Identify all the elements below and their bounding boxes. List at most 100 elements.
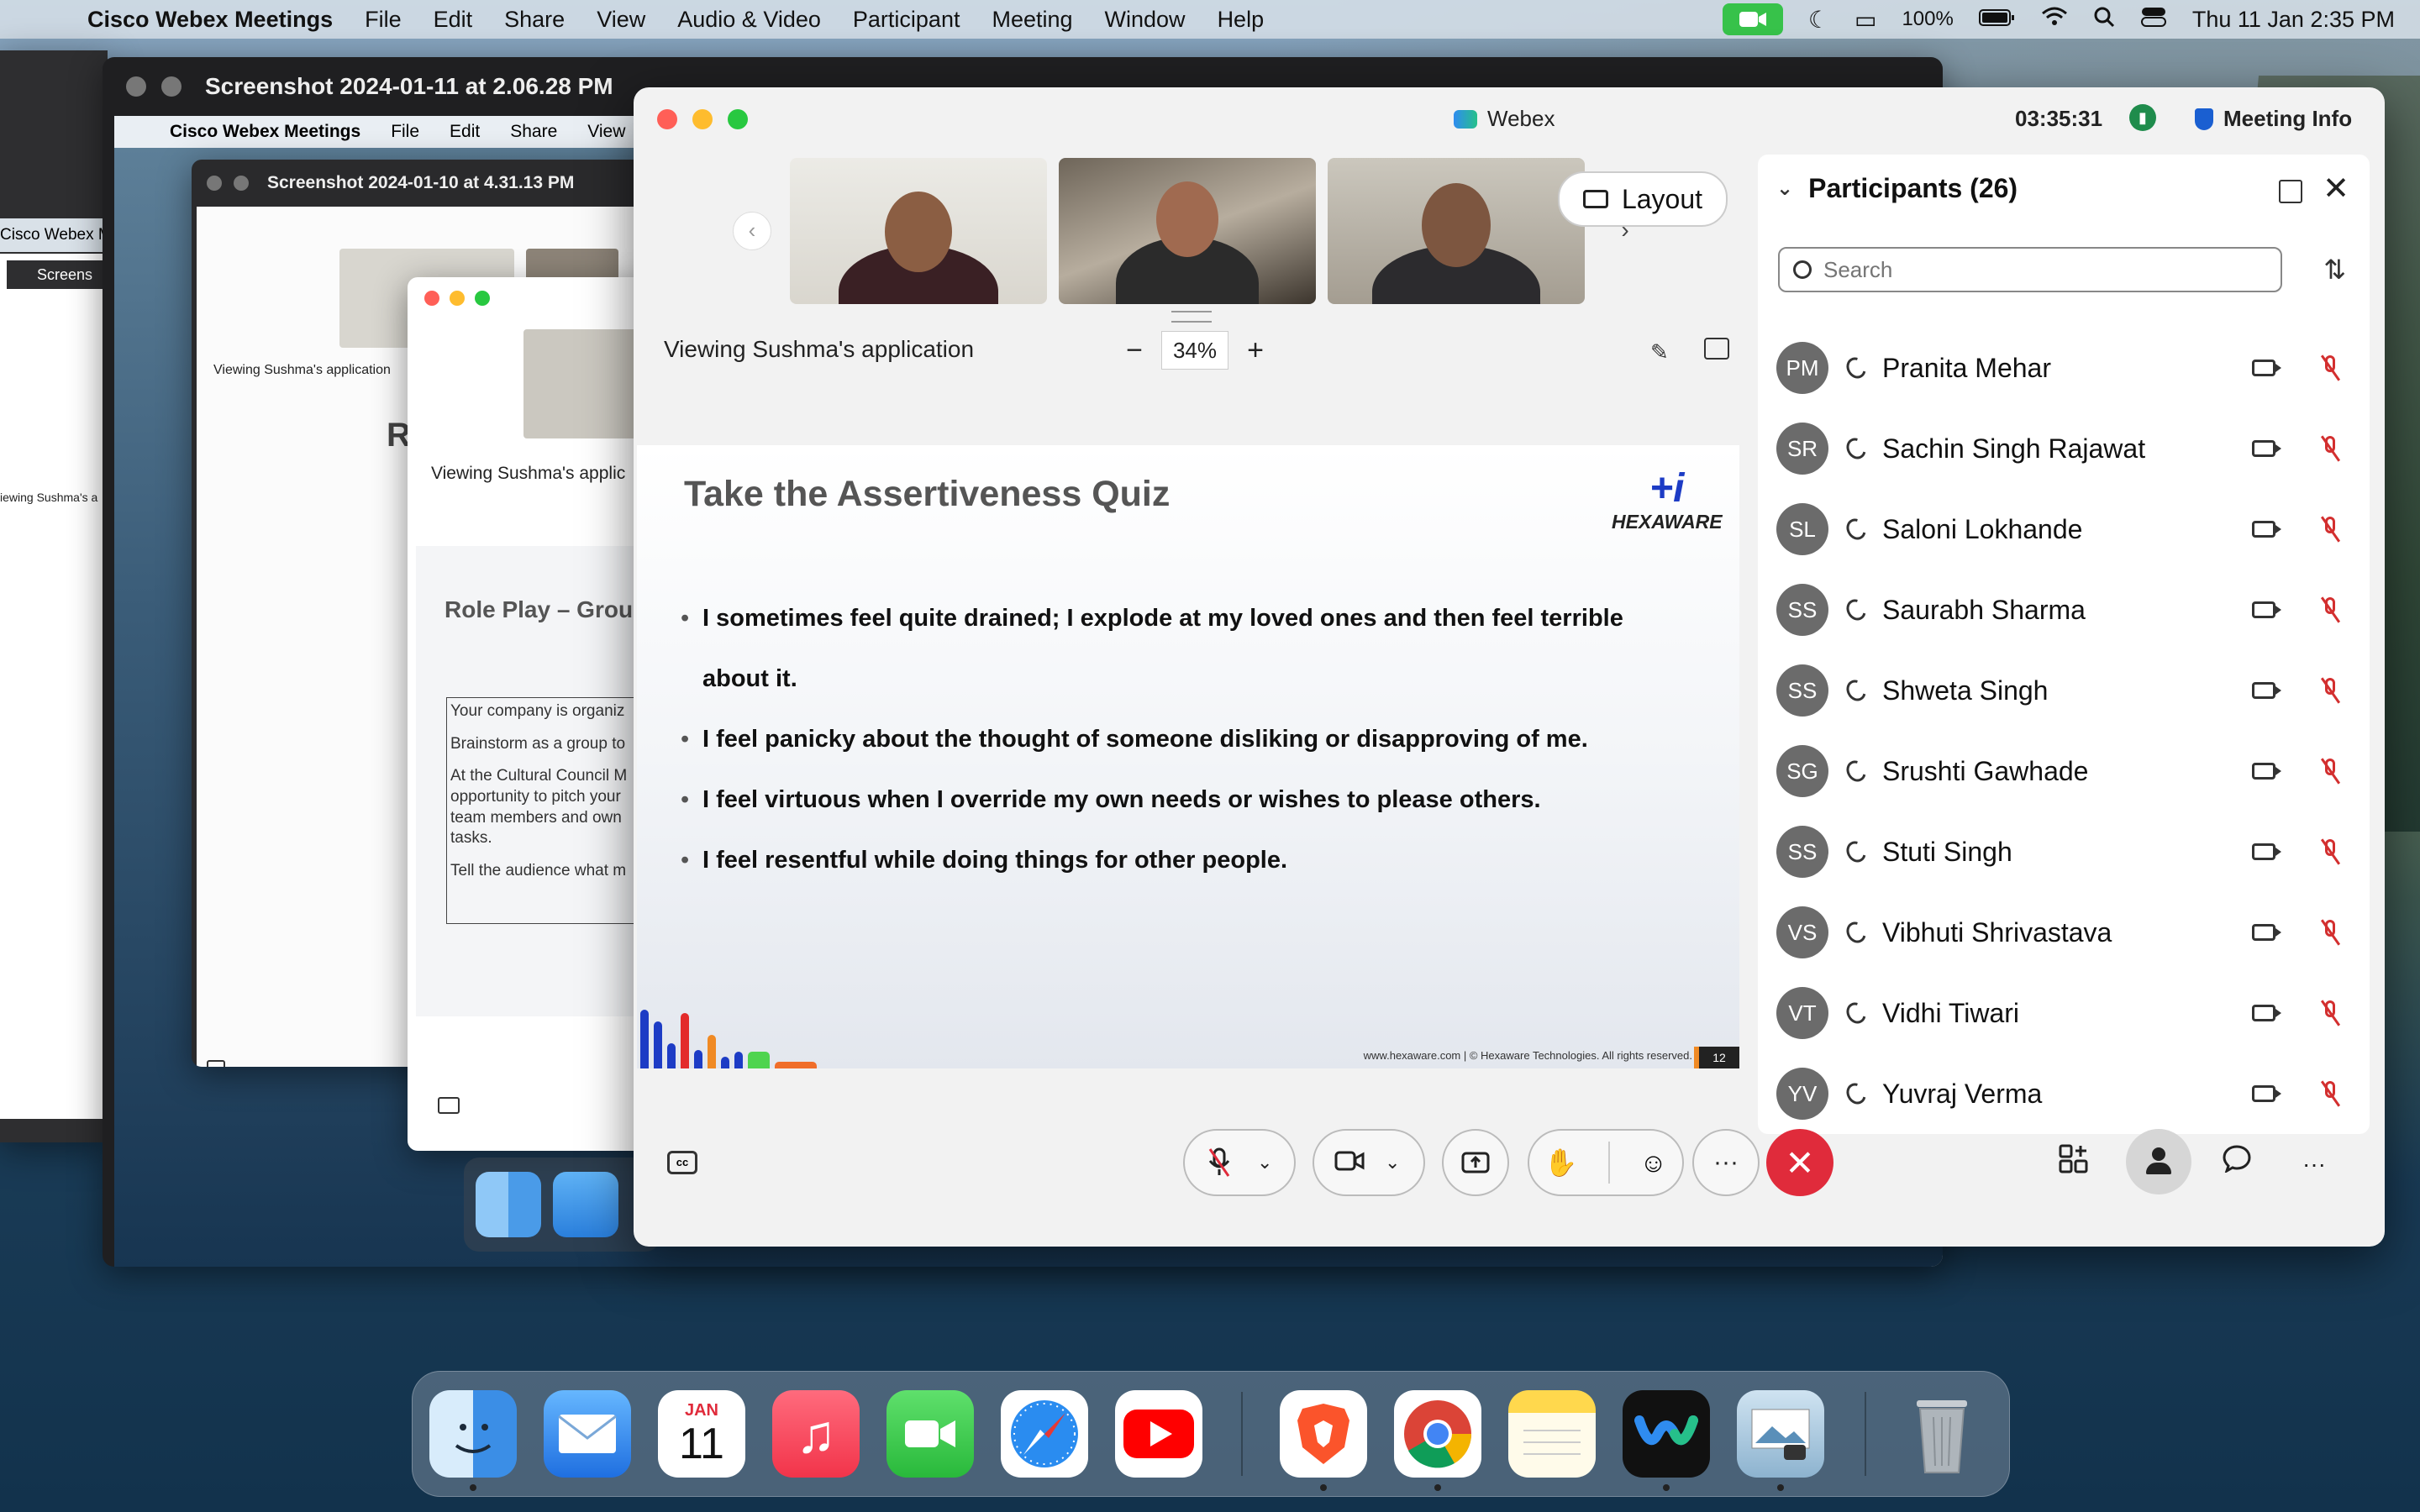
wifi-icon[interactable] (2041, 6, 2068, 33)
close-icon[interactable] (207, 176, 222, 191)
app-menu[interactable]: Cisco Webex Meetings (87, 7, 333, 33)
fullscreen-button[interactable] (728, 109, 748, 129)
annotate-icon[interactable]: ✎ (1650, 339, 1669, 365)
mail-icon[interactable] (544, 1390, 631, 1478)
facetime-icon[interactable] (886, 1390, 974, 1478)
muted-mic-icon[interactable] (2321, 678, 2339, 703)
participant-row[interactable]: VS Vibhuti Shrivastava (1776, 892, 2356, 973)
chat-icon[interactable] (2222, 1144, 2252, 1180)
menu-view[interactable]: View (597, 7, 645, 33)
chevron-down-icon[interactable]: ⌄ (1257, 1152, 1272, 1173)
finder-icon[interactable] (429, 1390, 517, 1478)
muted-mic-icon[interactable] (2321, 920, 2339, 945)
reactions-group[interactable]: ✋ ☺ (1528, 1129, 1684, 1196)
music-icon[interactable]: ♫ (772, 1390, 860, 1478)
participant-row[interactable]: SS Shweta Singh (1776, 650, 2356, 731)
sidebar-icon[interactable]: ▭ (1854, 6, 1876, 34)
muted-mic-icon[interactable] (2321, 355, 2339, 381)
brave-icon[interactable] (1280, 1390, 1367, 1478)
resize-handle[interactable] (1171, 311, 1212, 323)
video-camera-icon[interactable] (2252, 440, 2281, 457)
battery-icon[interactable] (1978, 6, 2016, 33)
meeting-info-button[interactable]: Meeting Info (2195, 106, 2352, 132)
notes-icon[interactable] (1508, 1390, 1596, 1478)
share-screen-button[interactable] (1442, 1129, 1509, 1196)
apps-icon[interactable] (2059, 1144, 2089, 1182)
zoom-button[interactable] (475, 291, 490, 306)
menubar-clock[interactable]: Thu 11 Jan 2:35 PM (2192, 7, 2395, 33)
minimize-icon[interactable] (161, 76, 182, 97)
trash-icon[interactable] (1898, 1390, 1986, 1478)
muted-mic-icon[interactable] (2321, 1000, 2339, 1026)
zoom-in-button[interactable]: + (1245, 334, 1265, 367)
webex-meeting-window[interactable]: Webex 03:35:31 ▮ Meeting Info ‹ Layout ›… (634, 87, 2385, 1247)
spotlight-search-icon[interactable] (2093, 6, 2115, 34)
video-camera-icon[interactable] (2252, 682, 2281, 699)
video-camera-icon[interactable] (2252, 763, 2281, 780)
strip-prev-button[interactable]: ‹ (733, 212, 771, 250)
share-view-icon[interactable] (1704, 338, 1729, 360)
participant-row[interactable]: VT Vidhi Tiwari (1776, 973, 2356, 1053)
webex-icon[interactable] (1623, 1390, 1710, 1478)
more-menu-icon[interactable]: ··· (2302, 1151, 2326, 1178)
safari-icon[interactable] (1001, 1390, 1088, 1478)
close-panel-icon[interactable]: ✕ (2323, 170, 2349, 207)
video-control[interactable]: ⌄ (1313, 1129, 1425, 1196)
raise-hand-icon[interactable]: ✋ (1544, 1147, 1578, 1179)
participants-button[interactable] (2126, 1129, 2191, 1194)
menu-share[interactable]: Share (504, 7, 565, 33)
participant-row[interactable]: PM Pranita Mehar (1776, 328, 2356, 408)
muted-mic-icon[interactable] (2321, 839, 2339, 864)
video-indicator-icon[interactable] (1722, 3, 1783, 35)
muted-mic-icon[interactable] (2321, 1081, 2339, 1106)
participant-row[interactable]: YV Yuvraj Verma (1776, 1053, 2356, 1134)
video-tile[interactable] (1328, 158, 1585, 304)
calendar-icon[interactable]: JAN 11 (658, 1390, 745, 1478)
popout-icon[interactable] (2279, 180, 2302, 203)
video-camera-icon[interactable] (1334, 1150, 1365, 1176)
participant-row[interactable]: SS Saurabh Sharma (1776, 570, 2356, 650)
muted-mic-icon[interactable] (2321, 517, 2339, 542)
participant-row[interactable]: SS Stuti Singh (1776, 811, 2356, 892)
video-camera-icon[interactable] (2252, 360, 2281, 376)
close-icon[interactable] (126, 76, 146, 97)
zoom-value[interactable]: 34% (1161, 331, 1228, 370)
video-tile[interactable] (790, 158, 1047, 304)
menu-window[interactable]: Window (1105, 7, 1186, 33)
layout-button[interactable]: Layout (1558, 171, 1728, 227)
chrome-icon[interactable] (1394, 1390, 1481, 1478)
video-camera-icon[interactable] (2252, 924, 2281, 941)
close-button[interactable] (424, 291, 439, 306)
chevron-down-icon[interactable]: ⌄ (1385, 1152, 1400, 1173)
more-options-button[interactable]: ··· (1692, 1129, 1760, 1196)
control-center-icon[interactable] (2140, 6, 2167, 34)
video-camera-icon[interactable] (2252, 601, 2281, 618)
menu-audio-video[interactable]: Audio & Video (677, 7, 821, 33)
menu-edit[interactable]: Edit (434, 7, 473, 33)
youtube-icon[interactable] (1115, 1390, 1202, 1478)
menu-help[interactable]: Help (1218, 7, 1265, 33)
closed-captions-button[interactable]: cc (667, 1151, 697, 1174)
video-camera-icon[interactable] (2252, 521, 2281, 538)
muted-mic-icon[interactable] (2321, 436, 2339, 461)
muted-mic-icon[interactable] (2321, 597, 2339, 622)
video-tile[interactable] (1059, 158, 1316, 304)
video-camera-icon[interactable] (2252, 1005, 2281, 1021)
minimize-icon[interactable] (234, 176, 249, 191)
minimize-button[interactable] (692, 109, 713, 129)
search-input[interactable] (1822, 255, 2262, 284)
participant-search[interactable] (1778, 247, 2282, 292)
menu-participant[interactable]: Participant (853, 7, 960, 33)
muted-mic-icon[interactable] (2321, 759, 2339, 784)
collapse-chevron-icon[interactable]: ⌄ (1776, 176, 1793, 201)
menu-meeting[interactable]: Meeting (992, 7, 1072, 33)
zoom-out-button[interactable]: − (1124, 334, 1144, 367)
participant-row[interactable]: SR Sachin Singh Rajawat (1776, 408, 2356, 489)
network-stats-icon[interactable]: ▮ (2129, 104, 2156, 131)
participant-row[interactable]: SG Srushti Gawhade (1776, 731, 2356, 811)
do-not-disturb-icon[interactable]: ☾ (1808, 6, 1829, 34)
leave-meeting-button[interactable]: ✕ (1766, 1129, 1833, 1196)
participant-row[interactable]: SL Saloni Lokhande (1776, 489, 2356, 570)
sort-icon[interactable]: ⇅ (2323, 254, 2346, 286)
minimize-button[interactable] (450, 291, 465, 306)
